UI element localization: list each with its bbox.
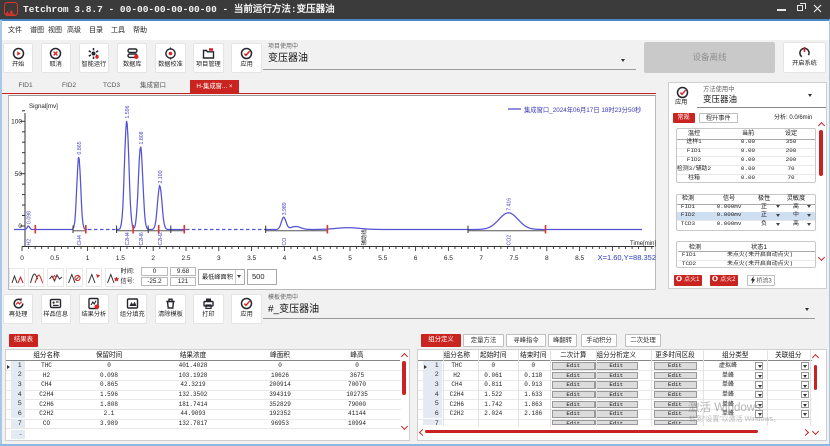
svg-text:3: 3 [217,255,221,262]
svg-text:辅助线: 辅助线 [360,229,368,246]
svg-text:Signal[mv]: Signal[mv] [29,103,58,110]
svg-text:2.5: 2.5 [181,255,190,262]
svg-text:3.989: 3.989 [282,202,288,215]
svg-text:集成窗口_2024年06月17日 18时23分50秒: 集成窗口_2024年06月17日 18时23分50秒 [524,105,642,114]
svg-text:7.416: 7.416 [507,198,513,211]
svg-text:0.865: 0.865 [77,141,83,154]
svg-text:0.098: 0.098 [27,211,33,224]
svg-text:7.5: 7.5 [509,255,518,262]
svg-text:4.5: 4.5 [313,255,322,262]
svg-text:C2H6: C2H6 [139,232,145,245]
svg-text:C2H4: C2H4 [125,232,131,245]
svg-text:1: 1 [86,255,90,262]
svg-text:6.5: 6.5 [444,255,453,262]
svg-text:H2: H2 [27,239,33,246]
svg-text:Time[min]: Time[min] [630,241,656,247]
svg-text:1.808: 1.808 [139,131,145,144]
svg-text:CO: CO [282,238,288,246]
svg-text:4: 4 [283,255,287,262]
svg-text:2: 2 [151,255,155,262]
svg-text:1.5: 1.5 [116,255,125,262]
svg-text:3.5: 3.5 [247,255,256,262]
svg-text:8.5: 8.5 [575,255,584,262]
svg-text:X=1.60,Y=88.352: X=1.60,Y=88.352 [598,253,656,262]
svg-text:C2H2: C2H2 [158,232,164,245]
svg-text:6: 6 [414,255,418,262]
svg-text:5: 5 [348,255,352,262]
svg-text:50: 50 [15,171,23,178]
svg-text:CO2: CO2 [507,235,513,246]
svg-text:5.5: 5.5 [378,255,387,262]
svg-text:7: 7 [479,255,483,262]
svg-text:0: 0 [20,255,24,262]
svg-text:2.100: 2.100 [158,170,164,183]
svg-text:CH4: CH4 [77,235,83,245]
svg-text:1.596: 1.596 [125,105,131,118]
svg-text:0.5: 0.5 [50,255,59,262]
svg-text:100: 100 [11,119,22,126]
svg-text:8: 8 [545,255,549,262]
